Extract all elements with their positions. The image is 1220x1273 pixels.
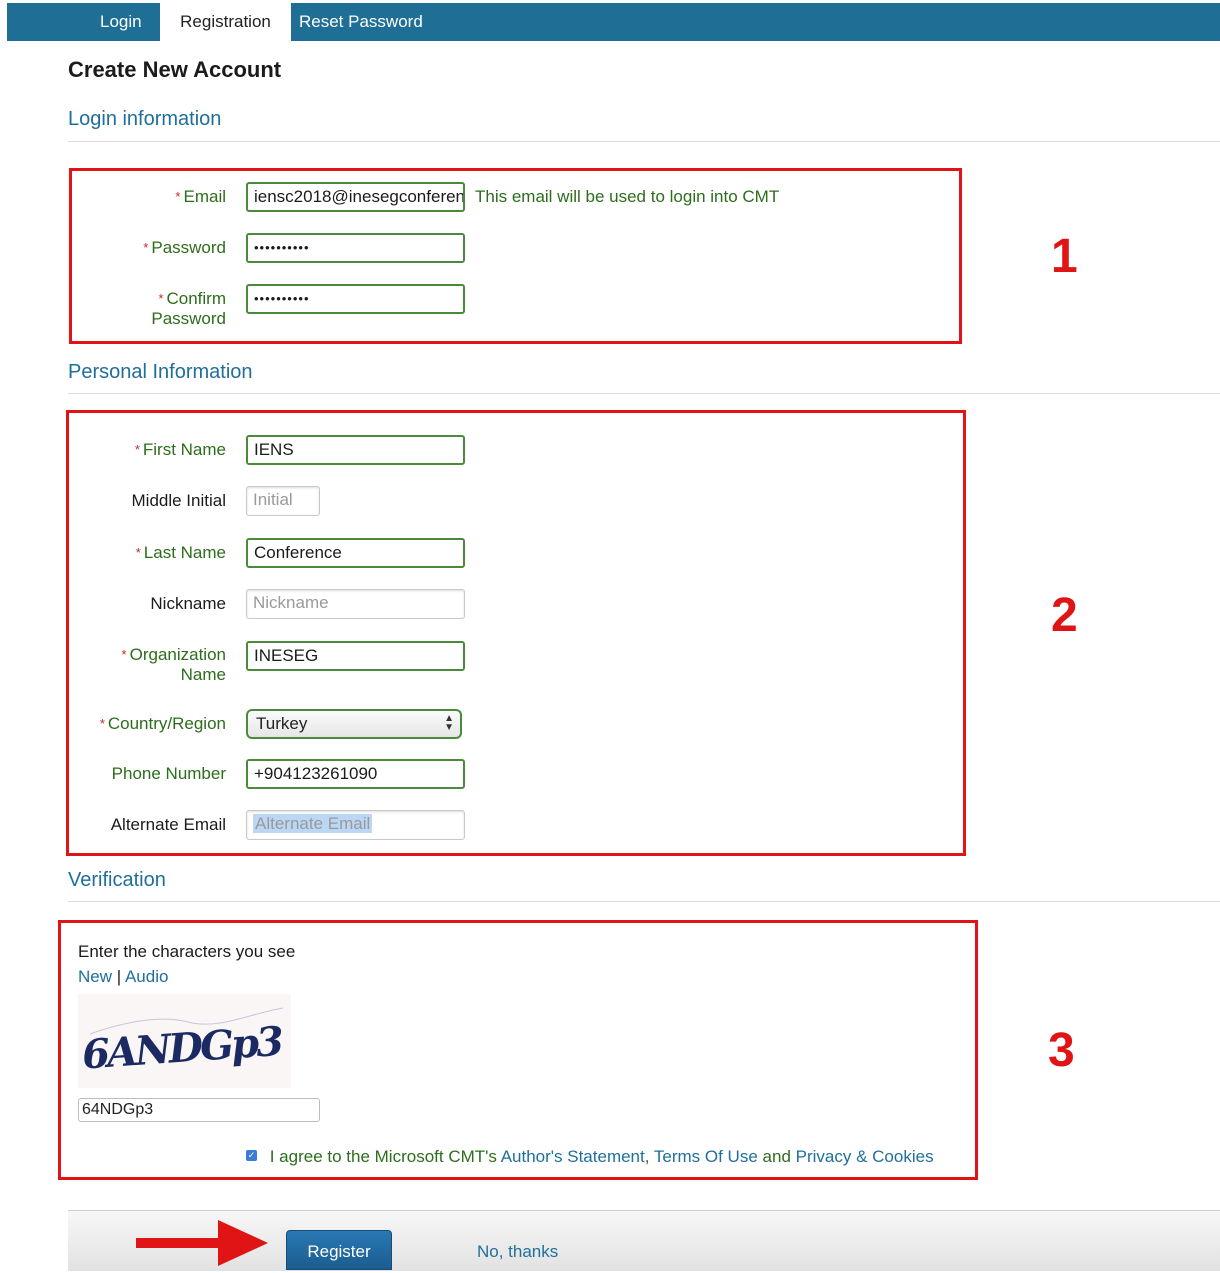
alternate-email-label: Alternate Email [110,815,226,834]
terms-of-use-link[interactable]: Terms Of Use [654,1147,758,1166]
register-button[interactable]: Register [286,1230,392,1270]
password-label: * Password [143,238,226,257]
divider [68,901,1220,902]
privacy-cookies-link[interactable]: Privacy & Cookies [796,1147,934,1166]
organization-field[interactable]: INESEG [246,641,465,671]
annotation-box-2 [66,410,966,856]
organization-label: * Organization Name [121,645,226,684]
last-name-field[interactable]: Conference [246,538,465,568]
email-hint: This email will be used to login into CM… [475,187,780,206]
captcha-input[interactable]: 64NDGp3 [78,1098,320,1122]
annotation-number-1: 1 [1051,230,1078,283]
country-select[interactable]: Turkey ▲ ▼ [246,709,462,739]
captcha-image: 6ANDGp3 [78,994,291,1088]
email-label: * Email [175,187,226,206]
captcha-prompt: Enter the characters you see [78,942,296,961]
tab-reset-password[interactable]: Reset Password [299,3,423,41]
confirm-password-field[interactable]: •••••••••• [246,284,465,314]
divider [68,393,1220,394]
top-nav: Login Registration Reset Password [7,3,1220,41]
middle-initial-field[interactable]: Initial [246,486,320,516]
password-field[interactable]: •••••••••• [246,233,465,263]
divider [68,141,1220,142]
author-statement-link[interactable]: Author's Statement [501,1147,645,1166]
new-captcha-link[interactable]: New [78,967,112,986]
country-select-value: Turkey [256,714,308,733]
annotation-number-3: 3 [1048,1024,1075,1077]
alternate-email-field[interactable]: Alternate Email [246,810,465,840]
middle-initial-label: Middle Initial [131,491,227,510]
checkbox-icon[interactable]: ✓ [246,1150,257,1162]
first-name-label: * First Name [134,440,226,459]
link-separator: | [116,967,122,986]
verification-section-title: Verification [68,869,166,891]
email-field[interactable]: iensc2018@inesegconference [246,182,465,212]
nickname-label: Nickname [150,594,226,613]
personal-section-title: Personal Information [68,361,253,383]
phone-label: Phone Number [111,764,226,783]
tab-registration[interactable]: Registration [160,3,291,41]
nickname-field[interactable]: Nickname [246,589,465,619]
captcha-links: New | Audio [78,967,168,987]
tab-login[interactable]: Login [100,3,142,41]
select-arrows-icon: ▲ ▼ [444,713,454,733]
login-section-title: Login information [68,108,222,130]
phone-field[interactable]: +904123261090 [246,759,465,789]
last-name-label: * Last Name [135,543,226,562]
annotation-number-2: 2 [1051,589,1078,642]
terms-agreement: ✓ I agree to the Microsoft CMT's Author'… [246,1147,934,1166]
country-label: * Country/Region [99,714,226,733]
confirm-password-label: * Confirm Password [151,289,226,328]
audio-captcha-link[interactable]: Audio [125,967,168,986]
no-thanks-link[interactable]: No, thanks [477,1242,558,1262]
first-name-field[interactable]: IENS [246,435,465,465]
right-arrow-icon [136,1220,268,1266]
page-title: Create New Account [68,57,282,82]
